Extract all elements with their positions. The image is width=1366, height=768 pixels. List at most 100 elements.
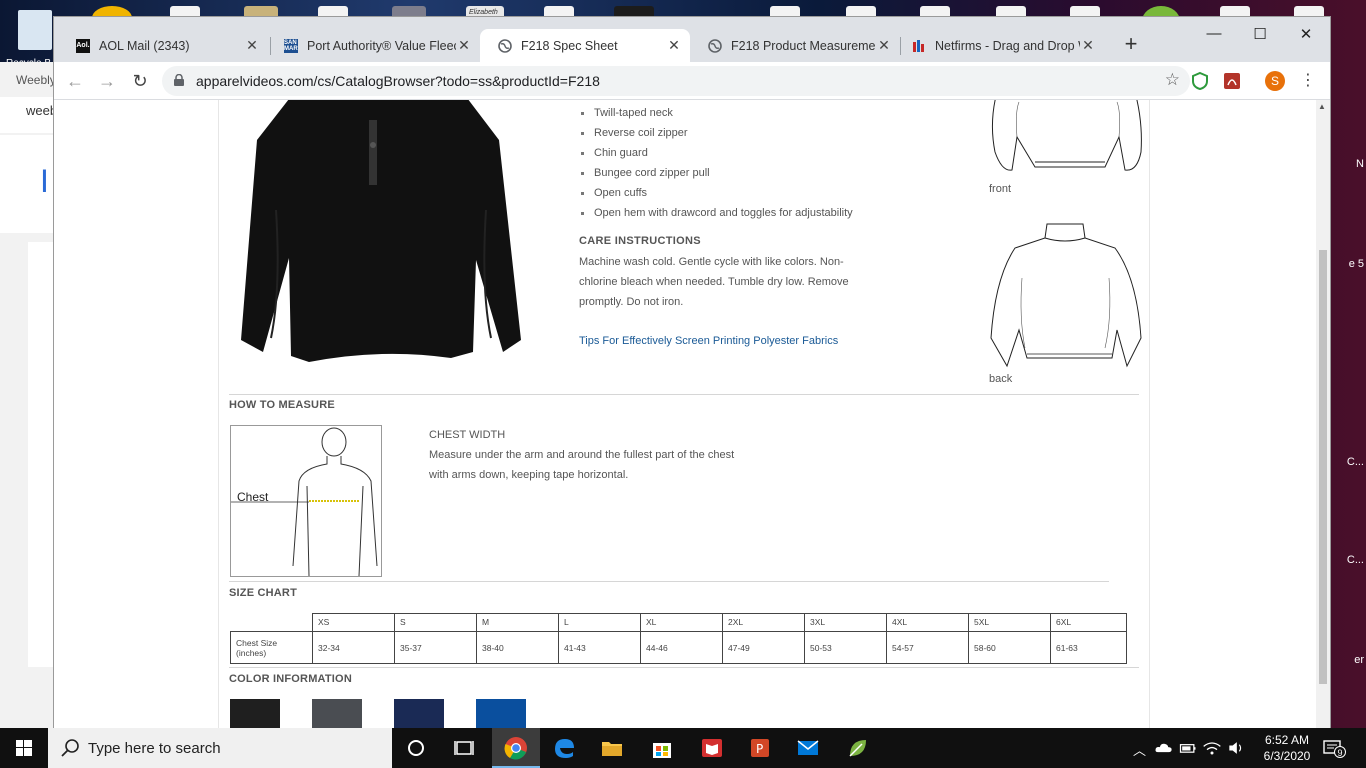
screen-printing-tips-link[interactable]: Tips For Effectively Screen Printing Pol… (579, 335, 838, 347)
feature-item: Chin guard (579, 143, 853, 163)
back-button[interactable]: ← (64, 70, 86, 92)
leaf-app-icon[interactable] (846, 736, 870, 760)
edge-icon[interactable] (552, 736, 576, 760)
background-snippet: C... (1346, 554, 1364, 566)
powerpoint-icon[interactable]: P (748, 736, 772, 760)
care-instructions-heading: CARE INSTRUCTIONS (579, 235, 701, 247)
tab-aol-mail[interactable]: Aol. AOL Mail (2343) ✕ (58, 29, 268, 62)
close-icon[interactable]: ✕ (244, 37, 260, 54)
size-header-cell: 4XL (886, 613, 969, 632)
clock-date: 6/3/2020 (1263, 749, 1311, 763)
close-window-button[interactable]: ✕ (1283, 25, 1329, 45)
close-icon[interactable]: ✕ (456, 37, 472, 54)
minimize-button[interactable]: — (1191, 25, 1237, 45)
tab-f218-spec-sheet[interactable]: F218 Spec Sheet ✕ (480, 29, 690, 62)
svg-text:P: P (756, 742, 763, 756)
close-icon[interactable]: ✕ (666, 37, 682, 54)
size-header-cell: 6XL (1050, 613, 1127, 632)
task-view-icon[interactable] (452, 736, 476, 760)
reader-app-icon[interactable] (700, 736, 724, 760)
chrome-window: Aol. AOL Mail (2343) ✕ SAN MAR Port Auth… (54, 17, 1330, 728)
address-bar[interactable]: apparelvideos.com/cs/CatalogBrowser?todo… (162, 66, 1190, 96)
front-caption: front (989, 183, 1012, 195)
onedrive-icon[interactable] (1154, 736, 1174, 760)
system-clock[interactable]: 6:52 AM 6/3/2020 (1252, 732, 1322, 764)
menu-dots-icon[interactable]: ⋮ (1300, 70, 1316, 90)
row-label-cell: Chest Size (inches) (230, 631, 313, 664)
chest-size-cell: 38-40 (476, 631, 559, 664)
file-explorer-icon[interactable] (600, 736, 624, 760)
color-swatch[interactable] (312, 699, 362, 728)
feature-item: Open hem with drawcord and toggles for a… (579, 203, 853, 223)
windows-start-icon[interactable] (0, 728, 48, 768)
tab-port-authority[interactable]: SAN MAR Port Authority® Value Fleece ✕ (270, 29, 480, 62)
store-icon[interactable] (650, 736, 674, 760)
chest-size-cell: 44-46 (640, 631, 723, 664)
tab-f218-product-measurement[interactable]: F218 Product Measurement ✕ (690, 29, 900, 62)
globe-icon (498, 38, 512, 53)
background-window-pane: I (0, 135, 54, 233)
feature-item: Twill-taped neck (579, 103, 853, 123)
feature-item: Reverse coil zipper (579, 123, 853, 143)
size-header-cell: XS (312, 613, 395, 632)
section-divider (229, 394, 1139, 395)
scroll-thumb[interactable] (1319, 250, 1327, 684)
action-center-icon[interactable]: 9 (1322, 738, 1348, 758)
color-information-heading: COLOR INFORMATION (229, 673, 352, 685)
reload-button[interactable]: ↻ (129, 70, 151, 92)
chest-size-cell: 50-53 (804, 631, 887, 664)
pdf-extension-icon[interactable] (1222, 71, 1242, 91)
scroll-up-icon[interactable]: ▲ (1318, 102, 1326, 111)
section-divider (229, 581, 1109, 582)
color-swatch[interactable] (230, 699, 280, 728)
url-text: apparelvideos.com/cs/CatalogBrowser?todo… (196, 73, 600, 89)
clock-time: 6:52 AM (1264, 733, 1310, 747)
navigation-toolbar: ← → ↻ apparelvideos.com/cs/CatalogBrowse… (54, 62, 1330, 100)
background-snippet: N (1356, 158, 1364, 170)
tab-netfirms[interactable]: Netfirms - Drag and Drop W ✕ (900, 29, 1104, 62)
table-corner-cell (230, 613, 313, 632)
page-scrollbar[interactable]: ▲ (1316, 100, 1330, 728)
tray-chevron-icon[interactable]: ︿ (1133, 740, 1146, 768)
table-header-row: XS S M L XL 2XL 3XL 4XL 5XL 6XL (230, 613, 1127, 632)
cortana-icon[interactable] (404, 736, 428, 760)
globe-icon (708, 38, 722, 53)
color-swatch[interactable] (476, 699, 526, 728)
volume-icon[interactable] (1226, 736, 1246, 760)
chest-measure-diagram: Chest (230, 425, 382, 577)
tab-label: AOL Mail (2343) (99, 38, 190, 53)
jacket-product-image (241, 100, 521, 362)
color-swatch[interactable] (394, 699, 444, 728)
chest-size-cell: 58-60 (968, 631, 1051, 664)
battery-icon[interactable] (1178, 736, 1198, 760)
desktop-doc-label: Elizabeth (469, 9, 498, 16)
tab-label: F218 Product Measurement (731, 38, 876, 53)
sanmar-icon: SAN MAR (284, 38, 298, 53)
forward-button[interactable]: → (96, 70, 118, 92)
close-icon[interactable]: ✕ (876, 37, 892, 54)
taskbar-search-box[interactable]: Type here to search (48, 728, 392, 768)
bookmark-star-icon[interactable]: ☆ (1165, 70, 1180, 90)
search-placeholder: Type here to search (88, 740, 221, 757)
profile-avatar[interactable]: S (1265, 71, 1285, 91)
chrome-icon[interactable] (504, 736, 528, 760)
chest-size-cell: 35-37 (394, 631, 477, 664)
maximize-button[interactable]: ☐ (1237, 25, 1283, 45)
new-tab-button[interactable]: + (1119, 33, 1143, 57)
shield-icon[interactable] (1190, 71, 1210, 91)
section-divider (229, 667, 1139, 668)
chest-width-text: Measure under the arm and around the ful… (429, 449, 735, 481)
feature-list: Twill-taped neck Reverse coil zipper Chi… (579, 103, 853, 223)
recycle-bin-icon[interactable] (18, 10, 52, 50)
page-viewport: Twill-taped neck Reverse coil zipper Chi… (54, 100, 1316, 728)
feature-item: Bungee cord zipper pull (579, 163, 853, 183)
background-snippet: C... (1346, 456, 1364, 468)
background-tab-label: weeb (26, 103, 58, 118)
close-icon[interactable]: ✕ (1080, 37, 1096, 54)
windows-taskbar: Type here to search P ︿ 6:52 AM 6/3/2020… (0, 728, 1366, 768)
chest-size-cell: 32-34 (312, 631, 395, 664)
size-chart-table: XS S M L XL 2XL 3XL 4XL 5XL 6XL Chest Si… (230, 613, 1127, 664)
mail-icon[interactable] (796, 736, 820, 760)
wifi-icon[interactable] (1202, 736, 1222, 760)
background-snippet: e 5 (1348, 258, 1364, 270)
